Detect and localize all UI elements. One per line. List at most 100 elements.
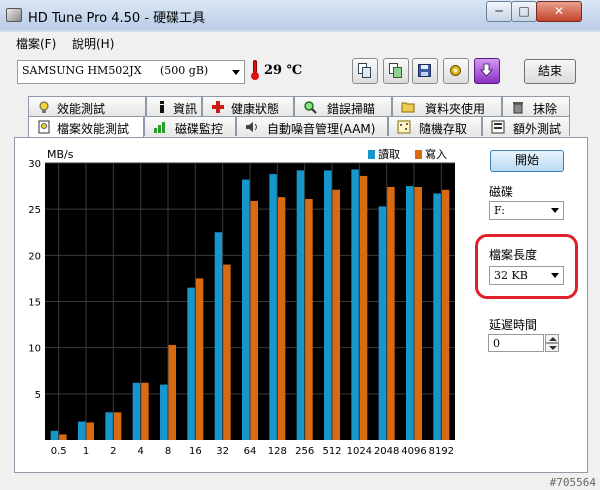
drive-capacity: (500 gB) [160, 64, 209, 77]
file-benchmark-chart: 5 10 15 20 25 30 0.5 1 2 4 8 16 32 64 128 256 512 1024 20… [28, 147, 455, 457]
random-access-icon [397, 120, 411, 134]
speaker-icon [246, 122, 257, 132]
disk-select[interactable]: F: [489, 201, 564, 220]
x-tick-label: 4096 [401, 446, 426, 457]
tab-label: 檔案效能測試 [57, 122, 130, 136]
x-tick-label: 0.5 [51, 446, 67, 457]
bar-read [132, 382, 141, 440]
options-button[interactable] [443, 58, 469, 84]
magnifier-icon [304, 101, 317, 114]
trash-icon [513, 102, 523, 114]
chevron-up-icon [549, 337, 557, 341]
tab-erase[interactable]: 抹除 [502, 96, 570, 116]
tab-label: 資訊 [173, 102, 198, 116]
tab-aam[interactable]: 自動噪音管理(AAM) [236, 116, 388, 136]
y-tick-label: 30 [28, 159, 41, 170]
tab-label: 錯誤掃瞄 [327, 102, 376, 116]
legend-write-label: 寫入 [425, 147, 447, 161]
x-tick-label: 512 [322, 446, 341, 457]
tab-label: 資料夾使用 [425, 102, 486, 116]
gauge-icon [39, 101, 49, 113]
bar-read [242, 179, 250, 440]
tab-label: 磁碟監控 [175, 122, 224, 136]
x-tick-label: 1 [83, 446, 89, 457]
close-button[interactable]: ✕ [536, 1, 582, 22]
x-tick-label: 4 [137, 446, 143, 457]
exit-button[interactable]: 結束 [524, 59, 576, 84]
bar-read [324, 170, 332, 441]
disk-label: 磁碟 [489, 185, 514, 199]
drive-select[interactable]: SAMSUNG HM502JX (500 gB) [17, 60, 245, 84]
watermark: #705564 [549, 476, 596, 489]
delay-stepper[interactable] [545, 334, 559, 352]
tab-label: 自動噪音管理(AAM) [267, 122, 376, 136]
x-tick-label: 8 [165, 446, 171, 457]
x-tick-label: 2 [110, 446, 116, 457]
health-icon [212, 101, 224, 113]
bar-write [223, 264, 231, 440]
monitor-chart-icon [154, 122, 165, 133]
y-axis-label: MB/s [47, 148, 74, 161]
maximize-button[interactable]: □ [511, 1, 537, 22]
copy-screenshot-button[interactable] [383, 58, 409, 84]
chevron-down-icon [232, 70, 240, 75]
file-length-value: 32 KB [494, 269, 528, 282]
start-button[interactable]: 開始 [490, 150, 564, 172]
x-tick-label: 256 [295, 446, 314, 457]
x-tick-label: 32 [216, 446, 229, 457]
stepper-down-button[interactable] [545, 343, 559, 352]
legend-read-label: 讀取 [378, 147, 400, 161]
y-tick-label: 15 [28, 298, 41, 309]
title-bar[interactable]: HD Tune Pro 4.50 - 硬碟工具 ─ □ ✕ [0, 0, 600, 30]
bar-write [250, 200, 258, 440]
bar-read [433, 193, 441, 440]
folder-icon [401, 102, 415, 113]
copy-text-button[interactable] [352, 58, 378, 84]
bar-read [378, 206, 387, 440]
legend-read-swatch [368, 150, 375, 159]
bar-read [160, 384, 168, 440]
tab-label: 隨機存取 [419, 122, 468, 136]
download-button[interactable] [474, 58, 500, 84]
tab-label: 額外測試 [513, 122, 562, 136]
delay-label: 延遲時間 [489, 318, 538, 332]
tab-disk-monitor[interactable]: 磁碟監控 [144, 116, 236, 136]
delay-input[interactable]: 0 [488, 334, 544, 352]
chevron-down-icon [551, 273, 559, 278]
info-icon [160, 101, 164, 113]
tab-random-access[interactable]: 隨機存取 [388, 116, 482, 136]
menu-bar: 檔案(F) 說明(H) [0, 32, 600, 52]
tab-info[interactable]: 資訊 [146, 96, 202, 116]
save-button[interactable] [412, 58, 438, 84]
tab-file-benchmark[interactable]: 檔案效能測試 [28, 116, 144, 138]
bar-write [141, 382, 149, 440]
down-arrow-icon [480, 63, 493, 77]
bar-write [441, 189, 450, 440]
y-tick-label: 5 [35, 390, 41, 401]
tab-benchmark[interactable]: 效能測試 [28, 96, 146, 116]
file-length-select[interactable]: 32 KB [489, 266, 564, 285]
delay-value: 0 [493, 337, 500, 350]
bar-write [113, 412, 122, 440]
bar-write [414, 187, 422, 440]
bar-write [359, 175, 368, 440]
tab-error-scan[interactable]: 錯誤掃瞄 [294, 96, 392, 116]
status-bar [0, 474, 600, 490]
tab-folder-usage[interactable]: 資料夾使用 [392, 96, 502, 116]
bar-read [105, 412, 113, 440]
menu-file[interactable]: 檔案(F) [16, 35, 56, 52]
menu-help[interactable]: 說明(H) [72, 35, 114, 52]
temperature-readout: 29 ℃ [264, 63, 303, 78]
legend-write-swatch [415, 150, 422, 159]
window-title: HD Tune Pro 4.50 - 硬碟工具 [28, 11, 206, 26]
tab-label: 效能測試 [57, 102, 106, 116]
tab-extra-tests[interactable]: 額外測試 [482, 116, 570, 136]
tab-health[interactable]: 健康狀態 [202, 96, 294, 116]
bar-read [406, 186, 414, 440]
x-tick-label: 16 [189, 446, 202, 457]
y-tick-label: 10 [28, 344, 41, 355]
stepper-up-button[interactable] [545, 334, 559, 343]
minimize-button[interactable]: ─ [486, 1, 512, 22]
bar-read [351, 169, 359, 441]
bar-write [59, 434, 67, 440]
